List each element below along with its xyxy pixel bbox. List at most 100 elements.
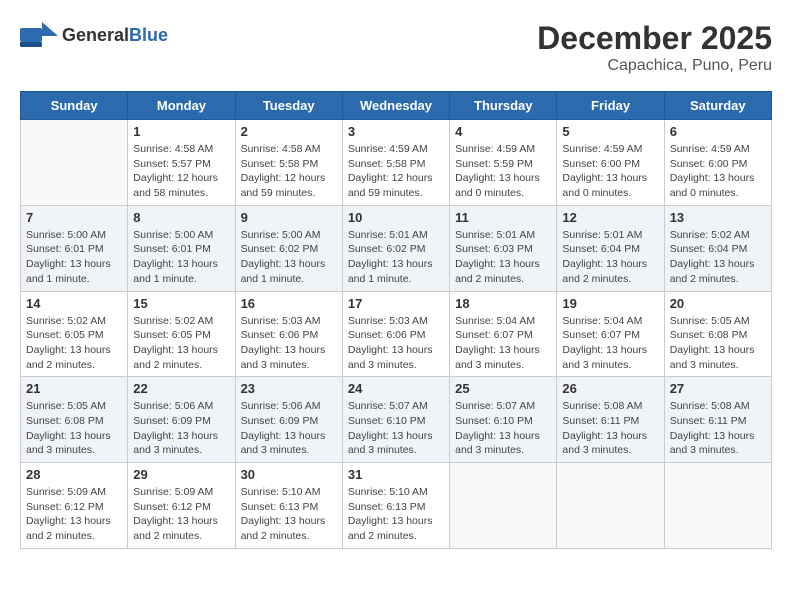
table-row: 9Sunrise: 5:00 AMSunset: 6:02 PMDaylight… xyxy=(235,205,342,291)
day-info: Sunrise: 5:03 AMSunset: 6:06 PMDaylight:… xyxy=(241,314,337,373)
table-row: 8 Sunrise: 5:00 AMSunset: 6:01 PMDaylight… xyxy=(128,205,235,291)
day-info: Sunrise: 5:08 AMSunset: 6:11 PMDaylight:… xyxy=(562,399,658,458)
table-row: 25 Sunrise: 5:07 AMSunset: 6:10 PMDayligh… xyxy=(450,377,557,463)
day-number: 4 xyxy=(455,124,551,139)
day-info: Sunrise: 5:10 AMSunset: 6:13 PMDaylight:… xyxy=(241,485,337,544)
col-friday: Friday xyxy=(557,92,664,120)
day-number: 24 xyxy=(348,381,444,396)
table-row xyxy=(664,463,771,549)
day-info: Sunrise: 4:59 AMSunset: 5:58 PMDaylight:… xyxy=(348,142,444,201)
day-number: 14 xyxy=(26,296,122,311)
table-row: 30 Sunrise: 5:10 AMSunset: 6:13 PMDayligh… xyxy=(235,463,342,549)
day-info: Sunrise: 5:06 AMSunset: 6:09 PMDaylight:… xyxy=(133,399,229,458)
table-row: 10 Sunrise: 5:01 AMSunset: 6:02 PMDayligh… xyxy=(342,205,449,291)
logo-general: General xyxy=(62,25,129,45)
day-number: 17 xyxy=(348,296,444,311)
day-number: 26 xyxy=(562,381,658,396)
col-thursday: Thursday xyxy=(450,92,557,120)
day-info: Sunrise: 5:02 AMSunset: 6:04 PMDaylight:… xyxy=(670,228,766,287)
day-number: 11 xyxy=(455,210,551,225)
day-info: Sunrise: 4:58 AMSunset: 5:58 PMDaylight:… xyxy=(241,142,337,201)
day-number: 3 xyxy=(348,124,444,139)
day-info: Sunrise: 5:02 AMSunset: 6:05 PMDaylight:… xyxy=(133,314,229,373)
table-row: 18 Sunrise: 5:04 AMSunset: 6:07 PMDayligh… xyxy=(450,291,557,377)
col-sunday: Sunday xyxy=(21,92,128,120)
day-number: 8 xyxy=(133,210,229,225)
day-number: 20 xyxy=(670,296,766,311)
day-info: Sunrise: 5:04 AMSunset: 6:07 PMDaylight:… xyxy=(455,314,551,373)
day-info: Sunrise: 5:09 AMSunset: 6:12 PMDaylight:… xyxy=(133,485,229,544)
day-number: 21 xyxy=(26,381,122,396)
day-number: 2 xyxy=(241,124,337,139)
day-number: 16 xyxy=(241,296,337,311)
table-row xyxy=(450,463,557,549)
day-info: Sunrise: 4:59 AMSunset: 5:59 PMDaylight:… xyxy=(455,142,551,201)
day-info: Sunrise: 5:01 AMSunset: 6:02 PMDaylight:… xyxy=(348,228,444,287)
day-number: 23 xyxy=(241,381,337,396)
logo: GeneralBlue xyxy=(20,20,168,52)
calendar-week-row: 21Sunrise: 5:05 AMSunset: 6:08 PMDayligh… xyxy=(21,377,772,463)
day-info: Sunrise: 5:03 AMSunset: 6:06 PMDaylight:… xyxy=(348,314,444,373)
day-number: 18 xyxy=(455,296,551,311)
table-row: 4 Sunrise: 4:59 AMSunset: 5:59 PMDaylight… xyxy=(450,120,557,206)
table-row xyxy=(21,120,128,206)
day-number: 1 xyxy=(133,124,229,139)
table-row: 7Sunrise: 5:00 AMSunset: 6:01 PMDaylight… xyxy=(21,205,128,291)
table-row: 28 Sunrise: 5:09 AMSunset: 6:12 PMDayligh… xyxy=(21,463,128,549)
table-row: 23 Sunrise: 5:06 AMSunset: 6:09 PMDayligh… xyxy=(235,377,342,463)
day-info: Sunrise: 5:01 AMSunset: 6:04 PMDaylight:… xyxy=(562,228,658,287)
day-info: Sunrise: 5:07 AMSunset: 6:10 PMDaylight:… xyxy=(348,399,444,458)
calendar-week-row: 1Sunrise: 4:58 AMSunset: 5:57 PMDaylight… xyxy=(21,120,772,206)
calendar-table: Sunday Monday Tuesday Wednesday Thursday… xyxy=(20,91,772,549)
table-row: 6Sunrise: 4:59 AMSunset: 6:00 PMDaylight… xyxy=(664,120,771,206)
day-info: Sunrise: 5:00 AMSunset: 6:01 PMDaylight:… xyxy=(133,228,229,287)
table-row: 15Sunrise: 5:02 AMSunset: 6:05 PMDayligh… xyxy=(128,291,235,377)
table-row: 31Sunrise: 5:10 AMSunset: 6:13 PMDayligh… xyxy=(342,463,449,549)
day-info: Sunrise: 5:04 AMSunset: 6:07 PMDaylight:… xyxy=(562,314,658,373)
page-header: GeneralBlue December 2025 Capachica, Pun… xyxy=(20,20,772,75)
day-info: Sunrise: 4:59 AMSunset: 6:00 PMDaylight:… xyxy=(562,142,658,201)
day-info: Sunrise: 5:05 AMSunset: 6:08 PMDaylight:… xyxy=(670,314,766,373)
day-number: 25 xyxy=(455,381,551,396)
day-number: 12 xyxy=(562,210,658,225)
day-number: 31 xyxy=(348,467,444,482)
col-monday: Monday xyxy=(128,92,235,120)
day-number: 5 xyxy=(562,124,658,139)
calendar-week-row: 7 Sunrise: 5:00 AMSunset: 6:01 PMDaylight… xyxy=(21,205,772,291)
day-info: Sunrise: 5:02 AMSunset: 6:05 PMDaylight:… xyxy=(26,314,122,373)
month-title: December 2025 xyxy=(537,20,772,57)
table-row: 1Sunrise: 4:58 AMSunset: 5:57 PMDaylight… xyxy=(128,120,235,206)
table-row xyxy=(557,463,664,549)
day-info: Sunrise: 5:00 AMSunset: 6:02 PMDaylight:… xyxy=(241,228,337,287)
day-info: Sunrise: 5:06 AMSunset: 6:09 PMDaylight:… xyxy=(241,399,337,458)
day-number: 10 xyxy=(348,210,444,225)
day-number: 7 xyxy=(26,210,122,225)
day-number: 22 xyxy=(133,381,229,396)
logo-icon xyxy=(20,20,58,52)
day-number: 19 xyxy=(562,296,658,311)
day-info: Sunrise: 4:59 AMSunset: 6:00 PMDaylight:… xyxy=(670,142,766,201)
day-number: 30 xyxy=(241,467,337,482)
day-info: Sunrise: 5:09 AMSunset: 6:12 PMDaylight:… xyxy=(26,485,122,544)
table-row: 22 Sunrise: 5:06 AMSunset: 6:09 PMDayligh… xyxy=(128,377,235,463)
table-row: 14 Sunrise: 5:02 AMSunset: 6:05 PMDayligh… xyxy=(21,291,128,377)
table-row: 26 Sunrise: 5:08 AMSunset: 6:11 PMDayligh… xyxy=(557,377,664,463)
col-saturday: Saturday xyxy=(664,92,771,120)
calendar-header-row: Sunday Monday Tuesday Wednesday Thursday… xyxy=(21,92,772,120)
table-row: 13 Sunrise: 5:02 AMSunset: 6:04 PMDayligh… xyxy=(664,205,771,291)
table-row: 12 Sunrise: 5:01 AMSunset: 6:04 PMDayligh… xyxy=(557,205,664,291)
table-row: 3 Sunrise: 4:59 AMSunset: 5:58 PMDaylight… xyxy=(342,120,449,206)
logo-blue: Blue xyxy=(129,25,168,45)
day-info: Sunrise: 5:07 AMSunset: 6:10 PMDaylight:… xyxy=(455,399,551,458)
day-number: 28 xyxy=(26,467,122,482)
table-row: 27Sunrise: 5:08 AMSunset: 6:11 PMDayligh… xyxy=(664,377,771,463)
table-row: 19 Sunrise: 5:04 AMSunset: 6:07 PMDayligh… xyxy=(557,291,664,377)
calendar-week-row: 14 Sunrise: 5:02 AMSunset: 6:05 PMDayligh… xyxy=(21,291,772,377)
table-row: 2 Sunrise: 4:58 AMSunset: 5:58 PMDaylight… xyxy=(235,120,342,206)
day-number: 13 xyxy=(670,210,766,225)
table-row: 20 Sunrise: 5:05 AMSunset: 6:08 PMDayligh… xyxy=(664,291,771,377)
table-row: 24 Sunrise: 5:07 AMSunset: 6:10 PMDayligh… xyxy=(342,377,449,463)
table-row: 21Sunrise: 5:05 AMSunset: 6:08 PMDayligh… xyxy=(21,377,128,463)
day-number: 29 xyxy=(133,467,229,482)
calendar-week-row: 28 Sunrise: 5:09 AMSunset: 6:12 PMDayligh… xyxy=(21,463,772,549)
